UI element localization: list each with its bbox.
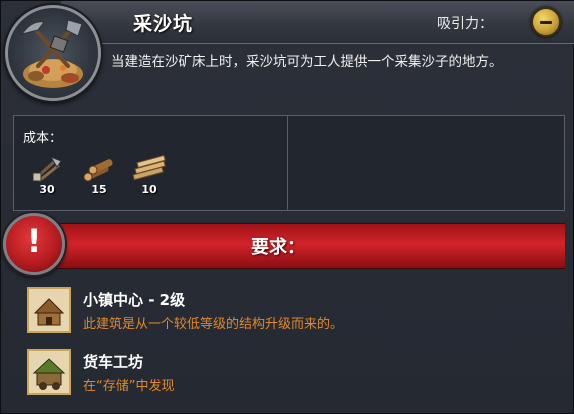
- cost-amount: 15: [91, 183, 107, 196]
- requirements-label: 要求：: [251, 237, 305, 258]
- attractiveness-neutral-icon: [531, 7, 561, 37]
- cost-amount: 10: [141, 183, 157, 196]
- requirement-title: 小镇中心 - 2级: [83, 291, 186, 309]
- building-title: 采沙坑: [133, 13, 194, 35]
- iron-tools-icon: [32, 155, 62, 183]
- requirement-subtitle: 在“存储”中发现: [83, 379, 175, 394]
- cost-divider: [287, 115, 288, 211]
- requirement-subtitle: 此建筑是从一个较低等级的结构升级而来的。: [83, 317, 344, 332]
- cost-item: 15: [81, 155, 117, 197]
- building-description: 当建造在沙矿床上时，采沙坑可为工人提供一个采集沙子的地方。: [111, 54, 503, 70]
- attractiveness-label: 吸引力：: [437, 16, 493, 32]
- planks-icon: [132, 154, 166, 181]
- logs-icon: [83, 159, 113, 182]
- requirements-list: 小镇中心 - 2级 此建筑是从一个较低等级的结构升级而来的。 货车工坊 在“存储…: [13, 279, 565, 409]
- building-tooltip-panel: 采沙坑 吸引力： 当建造在沙矿床上时，采沙坑可为工人提供一个采集沙子的地方。 成…: [0, 0, 574, 414]
- cost-label: 成本：: [23, 131, 63, 146]
- sand-pit-icon: [5, 5, 101, 101]
- cost-item: 30: [29, 155, 65, 197]
- cost-item: 10: [131, 154, 167, 197]
- cost-amount: 30: [39, 183, 55, 196]
- town-center-icon: [27, 287, 71, 333]
- warning-exclamation-icon: !: [3, 213, 65, 275]
- requirement-item: 货车工坊 在“存储”中发现: [23, 345, 563, 401]
- requirement-title: 货车工坊: [83, 353, 144, 371]
- requirement-item: 小镇中心 - 2级 此建筑是从一个较低等级的结构升级而来的。: [23, 283, 563, 339]
- wagon-shop-icon: [27, 349, 71, 395]
